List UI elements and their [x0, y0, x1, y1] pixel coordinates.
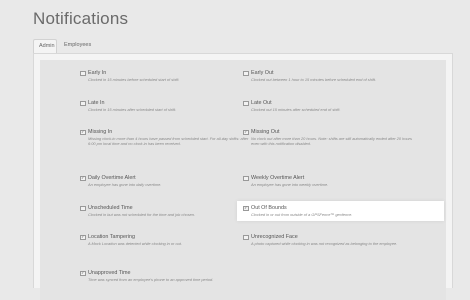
notification-early-in: Early In Clocked in 15 minutes before sc… [80, 70, 250, 82]
checkmark-icon: ✓ [81, 129, 85, 134]
missing-out-checkbox[interactable]: ✓ [243, 129, 249, 135]
daily-overtime-alert-description: An employee has gone into daily overtime… [88, 182, 162, 187]
unscheduled-time-description: Clocked in but was not scheduled for the… [88, 212, 196, 217]
late-out-checkbox[interactable] [243, 100, 249, 106]
notification-location-tampering: ✓ Location Tampering A Mock Location was… [80, 234, 250, 246]
late-in-label: Late In [88, 100, 105, 106]
tab-employees[interactable]: Employees [59, 39, 93, 53]
notification-early-out: Early Out Clocked out between 1 hour to … [243, 70, 413, 82]
page-title: Notifications [33, 9, 129, 28]
early-out-description: Clocked out between 1 hour to 15 minutes… [251, 77, 377, 82]
notification-daily-overtime-alert: ✓ Daily Overtime Alert An employee has g… [80, 175, 250, 187]
checkmark-icon: ✓ [81, 270, 85, 275]
late-out-description: Clocked out 15 minutes after scheduled e… [251, 107, 341, 112]
notifications-panel: Early In Clocked in 15 minutes before sc… [33, 53, 453, 300]
checkmark-icon: ✓ [81, 175, 85, 180]
unrecognized-face-description: A photo captured while clocking in was n… [251, 241, 398, 246]
notification-unscheduled-time: Unscheduled Time Clocked in but was not … [80, 205, 250, 217]
missing-in-checkbox[interactable]: ✓ [80, 129, 86, 135]
missing-out-label: Missing Out [251, 129, 280, 135]
checkmark-icon: ✓ [81, 234, 85, 239]
daily-overtime-alert-label: Daily Overtime Alert [88, 175, 136, 181]
notification-missing-out: ✓ Missing Out No clock out after more th… [243, 129, 413, 147]
early-in-description: Clocked in 15 minutes before scheduled s… [88, 77, 180, 82]
unapproved-time-label: Unapproved Time [88, 270, 131, 276]
late-out-label: Late Out [251, 100, 272, 106]
location-tampering-checkbox[interactable]: ✓ [80, 234, 86, 240]
checkmark-icon: ✓ [244, 205, 248, 210]
checkmark-icon: ✓ [244, 129, 248, 134]
notification-late-in: Late In Clocked in 15 minutes after sche… [80, 100, 250, 112]
unrecognized-face-label: Unrecognized Face [251, 234, 298, 240]
notification-late-out: Late Out Clocked out 15 minutes after sc… [243, 100, 413, 112]
unscheduled-time-checkbox[interactable] [80, 205, 86, 211]
weekly-overtime-alert-description: An employee has gone into weekly overtim… [251, 182, 329, 187]
unscheduled-time-label: Unscheduled Time [88, 205, 133, 211]
daily-overtime-alert-checkbox[interactable]: ✓ [80, 175, 86, 181]
missing-in-label: Missing In [88, 129, 113, 135]
notifications-list: Early In Clocked in 15 minutes before sc… [40, 60, 446, 300]
location-tampering-label: Location Tampering [88, 234, 135, 240]
out-of-bounds-checkbox[interactable]: ✓ [243, 205, 249, 211]
notification-missing-in: ✓ Missing In Missing clock-in more than … [80, 129, 250, 147]
late-in-checkbox[interactable] [80, 100, 86, 106]
notification-weekly-overtime-alert: Weekly Overtime Alert An employee has go… [243, 175, 413, 187]
early-out-label: Early Out [251, 70, 274, 76]
early-out-checkbox[interactable] [243, 70, 249, 76]
out-of-bounds-label: Out Of Bounds [251, 205, 287, 211]
notification-out-of-bounds: ✓ Out Of Bounds Clocked in or out from o… [237, 201, 444, 222]
weekly-overtime-alert-checkbox[interactable] [243, 175, 249, 181]
late-in-description: Clocked in 15 minutes after scheduled st… [88, 107, 177, 112]
notification-unapproved-time: ✓ Unapproved Time Time was synced from a… [80, 270, 250, 282]
unapproved-time-checkbox[interactable]: ✓ [80, 270, 86, 276]
early-in-label: Early In [88, 70, 107, 76]
tab-admin[interactable]: Admin [33, 39, 57, 53]
unrecognized-face-checkbox[interactable] [243, 234, 249, 240]
notification-unrecognized-face: Unrecognized Face A photo captured while… [243, 234, 413, 246]
missing-out-description: No clock out after more than 20 hours. N… [251, 136, 412, 147]
unapproved-time-description: Time was synced from an employee's phone… [88, 277, 214, 282]
early-in-checkbox[interactable] [80, 70, 86, 76]
location-tampering-description: A Mock Location was detected while clock… [88, 241, 182, 246]
out-of-bounds-description: Clocked in or out from outside of a GPSF… [251, 212, 353, 217]
missing-in-description: Missing clock-in more than 4 hours have … [88, 136, 249, 147]
weekly-overtime-alert-label: Weekly Overtime Alert [251, 175, 305, 181]
